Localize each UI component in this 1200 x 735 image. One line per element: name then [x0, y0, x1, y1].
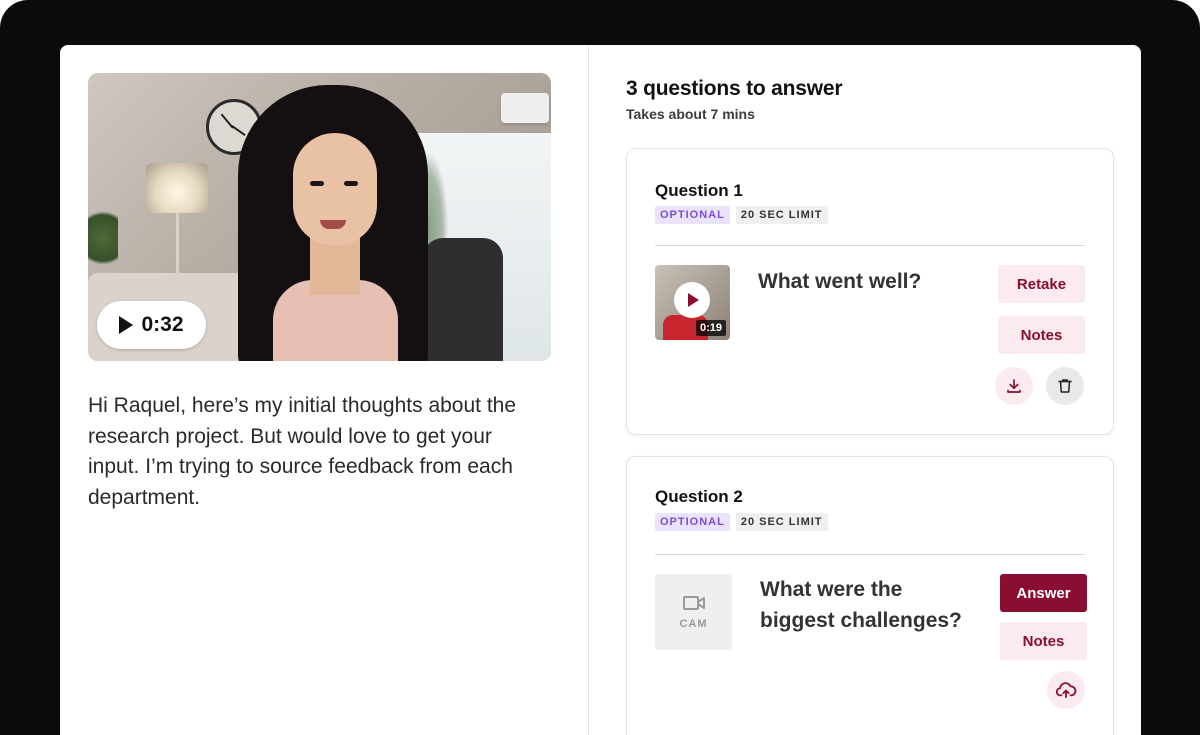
download-button[interactable]: [995, 367, 1033, 405]
question-label: Question 1: [655, 181, 743, 200]
video-player[interactable]: 0:32: [88, 73, 551, 361]
play-icon: [119, 316, 134, 334]
play-icon: [674, 282, 710, 318]
app-screen: 0:32 Hi Raquel, here’s my initial though…: [60, 45, 1141, 735]
speaker-eye: [344, 181, 358, 186]
thumbnail-duration: 0:19: [695, 320, 726, 336]
speaker-eye: [310, 181, 324, 186]
cloud-upload-icon: [1055, 682, 1077, 699]
video-camera-icon: [682, 596, 705, 610]
trash-icon: [1058, 379, 1072, 393]
question-badges: OPTIONAL 20 SEC LIMIT: [655, 513, 828, 531]
question-card-2: Question 2 OPTIONAL 20 SEC LIMIT CAM Wha…: [626, 456, 1114, 735]
questions-panel: 3 questions to answer Takes about 7 mins…: [589, 45, 1141, 735]
message-panel: 0:32 Hi Raquel, here’s my initial though…: [60, 45, 589, 735]
video-duration: 0:32: [141, 313, 184, 336]
notes-button[interactable]: Notes: [998, 316, 1085, 354]
video-scene-plant: [88, 203, 118, 273]
question-text: What were the biggest challenges?: [760, 578, 962, 632]
retake-button[interactable]: Retake: [998, 265, 1085, 303]
questions-subtitle: Takes about 7 mins: [626, 106, 755, 122]
time-limit-badge: 20 SEC LIMIT: [735, 513, 828, 531]
video-play-button[interactable]: 0:32: [97, 301, 206, 349]
camera-placeholder[interactable]: CAM: [655, 574, 732, 650]
question-text: What went well?: [758, 270, 922, 293]
question-badges: OPTIONAL 20 SEC LIMIT: [655, 206, 828, 224]
video-scene-chair: [423, 238, 503, 361]
optional-badge: OPTIONAL: [655, 513, 730, 531]
download-icon: [1007, 379, 1021, 393]
question-card-1: Question 1 OPTIONAL 20 SEC LIMIT 0:19 Wh…: [626, 148, 1114, 435]
notes-button[interactable]: Notes: [1000, 622, 1087, 660]
camera-label: CAM: [679, 618, 708, 630]
card-divider: [655, 245, 1085, 246]
upload-button[interactable]: [1047, 671, 1085, 709]
message-text: Hi Raquel, here’s my initial thoughts ab…: [88, 394, 517, 509]
time-limit-badge: 20 SEC LIMIT: [735, 206, 828, 224]
video-scene-lamp: [146, 163, 208, 213]
answer-video-thumbnail[interactable]: 0:19: [655, 265, 730, 340]
optional-badge: OPTIONAL: [655, 206, 730, 224]
questions-title: 3 questions to answer: [626, 77, 843, 100]
question-label: Question 2: [655, 487, 743, 506]
answer-button[interactable]: Answer: [1000, 574, 1087, 612]
card-divider: [655, 554, 1085, 555]
delete-button[interactable]: [1046, 367, 1084, 405]
video-speaker: [238, 85, 428, 361]
video-scene-air-conditioner: [501, 93, 549, 123]
